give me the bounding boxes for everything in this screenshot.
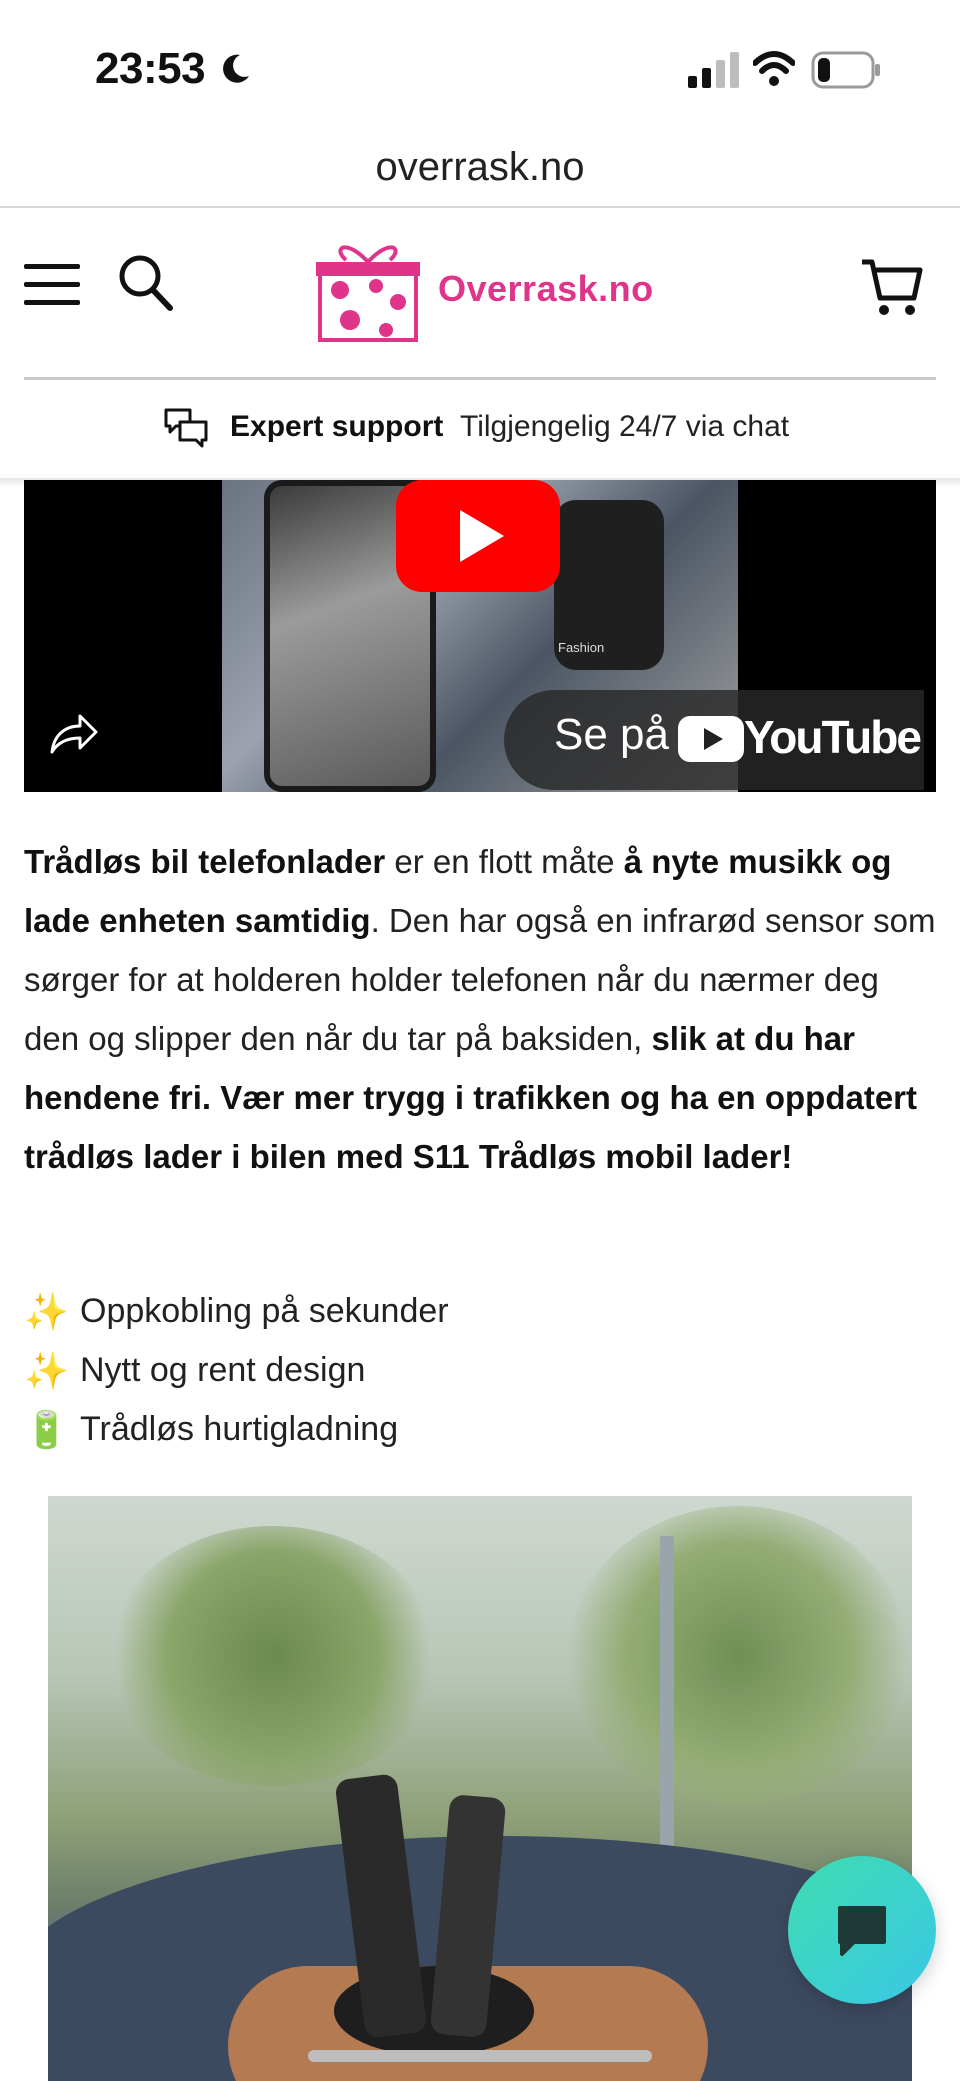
feature-label: Oppkobling på sekunder [80, 1292, 449, 1330]
share-icon[interactable] [48, 710, 98, 756]
feature-item: 🔋 Trådløs hurtigladning [24, 1400, 924, 1459]
youtube-logo-icon [678, 716, 744, 762]
feature-item: ✨ Nytt og rent design [24, 1341, 924, 1400]
charger-brand-label: Fashion [558, 640, 605, 655]
status-bar: 23:53 [0, 0, 960, 128]
support-subtitle: Tilgjengelig 24/7 via chat [460, 410, 790, 443]
home-indicator[interactable] [308, 2050, 652, 2062]
youtube-play-button[interactable] [396, 480, 560, 592]
description-bold-1: Trådløs bil telefonlader [24, 843, 386, 880]
feature-label: Trådløs hurtigladning [80, 1410, 399, 1448]
cellular-signal-icon [688, 52, 739, 88]
support-title: Expert support [230, 410, 444, 443]
watch-on-label: Se på [554, 710, 669, 759]
status-time: 23:53 [95, 44, 206, 93]
feature-item: ✨ Oppkobling på sekunder [24, 1282, 924, 1341]
youtube-video-embed[interactable]: Fashion Se på YouTube [24, 480, 936, 792]
cart-icon[interactable] [860, 256, 924, 318]
chat-icon [838, 1906, 886, 1956]
product-animation-image [48, 1496, 912, 2081]
site-logo-text[interactable]: Overrask.no [438, 268, 654, 310]
chat-launcher-button[interactable] [788, 1856, 936, 2004]
product-description: Trådløs bil telefonlader er en flott måt… [24, 832, 936, 1186]
moon-icon [223, 54, 249, 83]
feature-label: Nytt og rent design [80, 1351, 366, 1389]
battery-emoji-icon: 🔋 [24, 1409, 69, 1450]
chat-bubbles-icon [164, 408, 208, 448]
background-tree [568, 1506, 908, 1806]
battery-icon [811, 51, 880, 89]
youtube-wordmark: YouTube [744, 711, 922, 763]
wifi-icon [753, 51, 795, 86]
address-bar[interactable]: overrask.no [0, 128, 960, 206]
sparkles-icon: ✨ [24, 1291, 69, 1332]
sparkles-icon: ✨ [24, 1350, 69, 1391]
feature-list: ✨ Oppkobling på sekunder ✨ Nytt og rent … [24, 1282, 924, 1459]
background-tree [108, 1526, 438, 1786]
menu-icon[interactable] [24, 262, 80, 308]
description-text-1: er en flott måte [385, 843, 624, 880]
search-icon[interactable] [118, 254, 174, 312]
